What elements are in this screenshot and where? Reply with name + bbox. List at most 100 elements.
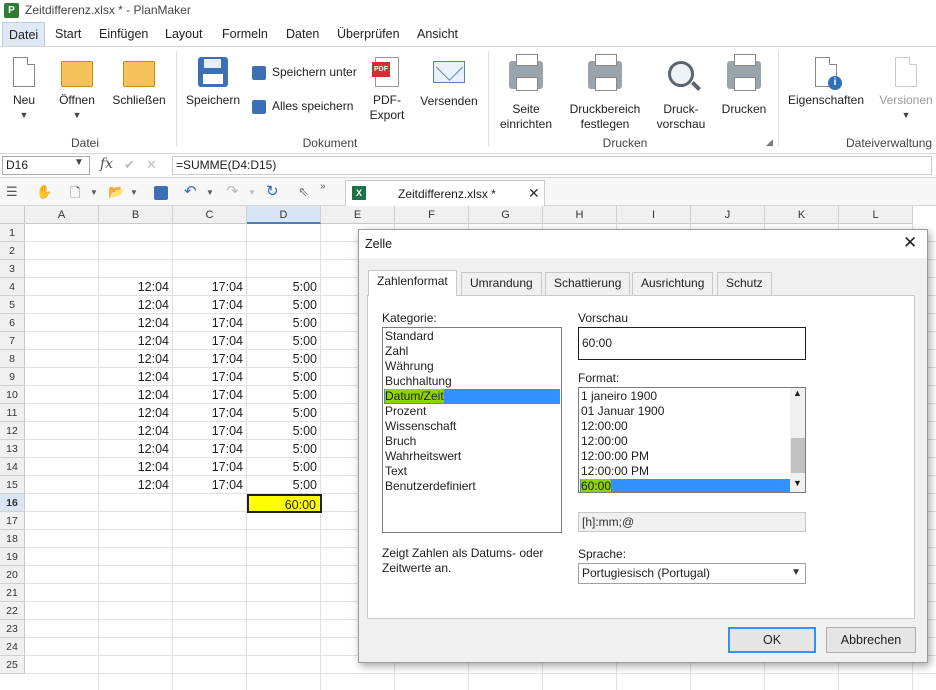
table-cell[interactable]: 17:04 [173,332,247,350]
column-header[interactable]: L [839,206,913,224]
column-header[interactable]: D [247,206,321,224]
close-icon[interactable]: ✕ [528,185,540,202]
chevron-down-icon[interactable]: ▼ [206,188,214,197]
tab-ansicht[interactable]: Ansicht [411,22,464,46]
row-header[interactable]: 3 [0,260,25,278]
kategorie-item[interactable]: Text [384,464,560,479]
tab-zahlenformat[interactable]: Zahlenformat [368,270,457,296]
row-header[interactable]: 20 [0,566,25,584]
kategorie-item[interactable]: Standard [384,329,560,344]
oeffnen-button[interactable]: Öffnen ▼ [54,61,100,123]
format-list-scrollbar[interactable]: ▲ ▼ [790,388,805,492]
hand-icon[interactable]: ✋ [36,184,52,200]
table-cell[interactable]: 17:04 [173,458,247,476]
scroll-down-icon[interactable]: ▼ [793,478,802,488]
table-cell[interactable]: 17:04 [173,296,247,314]
row-header[interactable]: 24 [0,638,25,656]
open-folder-icon[interactable]: 📂 [108,184,124,200]
column-header[interactable]: E [321,206,395,224]
column-header[interactable]: H [543,206,617,224]
table-cell[interactable]: 5:00 [247,422,321,440]
row-header[interactable]: 22 [0,602,25,620]
table-cell[interactable]: 17:04 [173,368,247,386]
kategorie-item[interactable]: Wahrheitswert [384,449,560,464]
row-header[interactable]: 19 [0,548,25,566]
function-icon[interactable]: fx [100,156,113,172]
table-cell[interactable]: 12:04 [99,296,173,314]
druckvorschau-button[interactable]: Druck- vorschau [652,61,710,132]
table-cell[interactable]: 5:00 [247,314,321,332]
tab-umrandung[interactable]: Umrandung [461,272,542,295]
speichern-button[interactable]: Speichern [182,57,244,108]
format-item[interactable]: 01 Januar 1900 [580,404,790,419]
kategorie-item[interactable]: Datum/Zeit [384,389,560,404]
drucken-button[interactable]: Drucken [716,54,772,117]
table-cell[interactable]: 12:04 [99,350,173,368]
tab-daten[interactable]: Daten [280,22,325,46]
select-all-corner[interactable] [0,206,25,224]
format-item[interactable]: 12:00:00 [580,419,790,434]
seite-einrichten-button[interactable]: Seite einrichten [496,54,556,132]
column-header[interactable]: C [173,206,247,224]
table-cell[interactable]: 12:04 [99,458,173,476]
row-header[interactable]: 13 [0,440,25,458]
row-header[interactable]: 6 [0,314,25,332]
table-cell[interactable]: 5:00 [247,404,321,422]
close-icon[interactable]: ✕ [903,233,917,253]
format-item[interactable]: 1 janeiro 1900 [580,389,790,404]
chevron-down-icon[interactable]: ▼ [130,188,138,197]
table-cell[interactable]: 5:00 [247,458,321,476]
column-header[interactable]: K [765,206,839,224]
kategorie-item[interactable]: Benutzerdefiniert [384,479,560,494]
pdf-export-button[interactable]: PDF- Export [364,57,410,123]
table-cell[interactable]: 17:04 [173,476,247,494]
table-cell[interactable]: 12:04 [99,314,173,332]
table-cell[interactable]: 5:00 [247,350,321,368]
table-cell[interactable]: 5:00 [247,386,321,404]
column-header[interactable]: I [617,206,691,224]
row-header[interactable]: 15 [0,476,25,494]
format-list[interactable]: 1 janeiro 1900 01 Januar 1900 12:00:00 12:0… [578,387,806,493]
format-code-field[interactable]: [h]:mm;@ [578,512,806,532]
neu-button[interactable]: Neu ▼ [4,57,44,123]
scrollbar-thumb[interactable] [791,438,805,473]
table-cell[interactable]: 17:04 [173,404,247,422]
table-cell[interactable]: 12:04 [99,440,173,458]
tab-formeln[interactable]: Formeln [216,22,274,46]
format-item[interactable]: 12:00:00 PM [580,464,790,479]
table-cell[interactable]: 17:04 [173,422,247,440]
row-header[interactable]: 11 [0,404,25,422]
row-header[interactable]: 23 [0,620,25,638]
kategorie-item[interactable]: Bruch [384,434,560,449]
row-header[interactable]: 14 [0,458,25,476]
row-header[interactable]: 1 [0,224,25,242]
column-header[interactable]: A [25,206,99,224]
scroll-up-icon[interactable]: ▲ [793,388,802,398]
hamburger-menu-icon[interactable]: ☰ [6,184,18,200]
row-header[interactable]: 2 [0,242,25,260]
table-cell[interactable]: 5:00 [247,278,321,296]
new-file-icon[interactable]: 🗋 [70,184,80,206]
table-cell[interactable]: 5:00 [247,368,321,386]
kategorie-item[interactable]: Zahl [384,344,560,359]
format-item[interactable]: 60:00 [580,479,790,492]
table-cell[interactable]: 12:04 [99,476,173,494]
versenden-button[interactable]: Versenden [418,61,480,109]
row-header[interactable]: 5 [0,296,25,314]
tab-layout[interactable]: Layout [159,22,209,46]
column-header[interactable]: J [691,206,765,224]
kategorie-item[interactable]: Buchhaltung [384,374,560,389]
row-header[interactable]: 25 [0,656,25,674]
kategorie-item[interactable]: Währung [384,359,560,374]
table-cell[interactable]: 12:04 [99,332,173,350]
tab-ausrichtung[interactable]: Ausrichtung [632,272,714,295]
table-cell[interactable]: 5:00 [247,476,321,494]
row-header[interactable]: 7 [0,332,25,350]
kategorie-list[interactable]: Standard Zahl Währung Buchhaltung Datum/Zeit… [382,327,562,533]
format-item[interactable]: 12:00:00 PM [580,449,790,464]
dialog-launcher-icon[interactable]: ◢ [766,137,773,148]
overflow-chevron-icon[interactable]: » [320,181,326,192]
table-cell[interactable]: 17:04 [173,314,247,332]
cell-d16[interactable]: 60:00 [247,494,322,513]
table-cell[interactable]: 17:04 [173,440,247,458]
